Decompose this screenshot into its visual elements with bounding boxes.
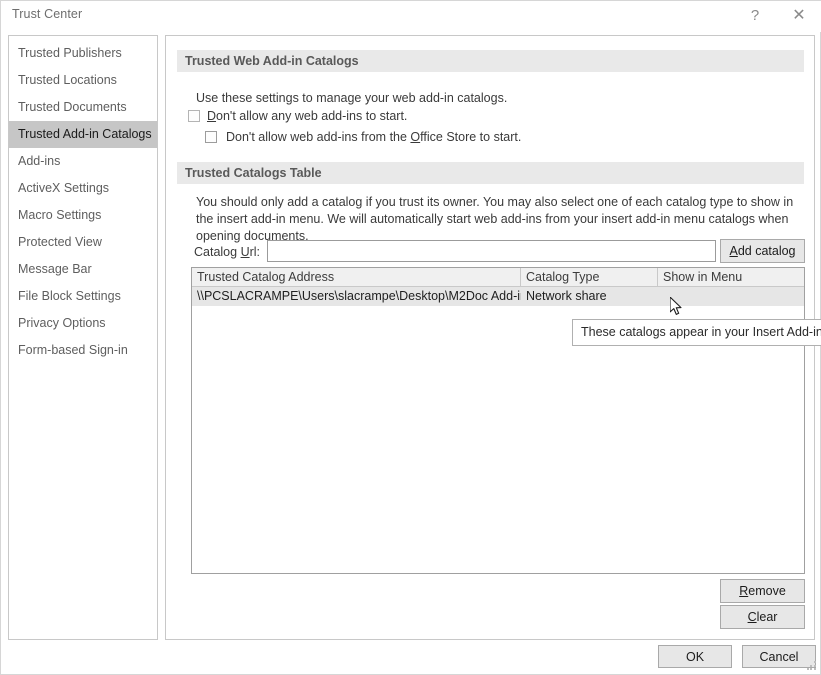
column-header-catalog-type[interactable]: Catalog Type xyxy=(521,268,658,286)
resize-grip[interactable] xyxy=(807,661,817,671)
section-header-trusted-catalogs-table: Trusted Catalogs Table xyxy=(177,162,804,184)
trust-center-dialog: Trust Center ? ✕ Trusted Publishers Trust… xyxy=(0,0,821,675)
close-icon[interactable]: ✕ xyxy=(785,3,813,29)
catalog-url-input[interactable] xyxy=(267,240,716,262)
sidebar-item-form-based-sign-in[interactable]: Form-based Sign-in xyxy=(9,337,157,364)
ok-button[interactable]: OK xyxy=(658,645,732,668)
catalog-url-label: Catalog Url: xyxy=(194,245,261,259)
checkbox-disallow-all-web-addins[interactable] xyxy=(188,110,200,122)
sidebar-item-macro-settings[interactable]: Macro Settings xyxy=(9,202,157,229)
help-icon[interactable]: ? xyxy=(741,3,769,29)
checkbox-label-disallow-office-store-addins: Don't allow web add-ins from the Office … xyxy=(226,130,522,144)
column-header-trusted-catalog-address[interactable]: Trusted Catalog Address xyxy=(192,268,521,286)
sidebar-item-privacy-options[interactable]: Privacy Options xyxy=(9,310,157,337)
checkbox-disallow-office-store-addins[interactable] xyxy=(205,131,217,143)
table-row[interactable]: \\PCSLACRAMPE\Users\slacrampe\Desktop\M2… xyxy=(192,287,804,306)
sidebar-item-activex-settings[interactable]: ActiveX Settings xyxy=(9,175,157,202)
tooltip: These catalogs appear in your Insert Add… xyxy=(572,319,821,346)
checkbox-row-disallow-all-web-addins[interactable]: Don't allow any web add-ins to start. xyxy=(188,109,407,123)
clear-button[interactable]: Clear xyxy=(720,605,805,629)
table-header-row: Trusted Catalog Address Catalog Type Sho… xyxy=(192,268,804,287)
title-bar: Trust Center ? ✕ xyxy=(1,1,821,32)
sidebar-item-protected-view[interactable]: Protected View xyxy=(9,229,157,256)
window-title: Trust Center xyxy=(12,7,83,21)
add-catalog-button[interactable]: Add catalog xyxy=(720,239,805,263)
sidebar-item-trusted-publishers[interactable]: Trusted Publishers xyxy=(9,40,157,67)
column-header-show-in-menu[interactable]: Show in Menu xyxy=(658,268,804,286)
sidebar-item-message-bar[interactable]: Message Bar xyxy=(9,256,157,283)
section-header-trusted-web-addin-catalogs: Trusted Web Add-in Catalogs xyxy=(177,50,804,72)
sidebar-item-trusted-documents[interactable]: Trusted Documents xyxy=(9,94,157,121)
sidebar-item-trusted-locations[interactable]: Trusted Locations xyxy=(9,67,157,94)
sidebar-item-trusted-add-in-catalogs[interactable]: Trusted Add-in Catalogs xyxy=(9,121,157,148)
cell-catalog-address: \\PCSLACRAMPE\Users\slacrampe\Desktop\M2… xyxy=(197,289,521,303)
checkbox-label-disallow-all-web-addins: Don't allow any web add-ins to start. xyxy=(207,109,408,123)
cancel-button[interactable]: Cancel xyxy=(742,645,816,668)
checkbox-row-disallow-office-store-addins[interactable]: Don't allow web add-ins from the Office … xyxy=(205,130,521,144)
trusted-catalogs-table-description: You should only add a catalog if you tru… xyxy=(196,195,794,243)
sidebar-item-add-ins[interactable]: Add-ins xyxy=(9,148,157,175)
sidebar-nav-list: Trusted Publishers Trusted Locations Trust… xyxy=(9,36,157,364)
cell-catalog-type: Network share xyxy=(526,289,607,303)
sidebar-item-file-block-settings[interactable]: File Block Settings xyxy=(9,283,157,310)
trusted-web-addin-catalogs-description: Use these settings to manage your web ad… xyxy=(196,91,508,105)
remove-button[interactable]: Remove xyxy=(720,579,805,603)
trusted-catalogs-table: Trusted Catalog Address Catalog Type Sho… xyxy=(191,267,805,574)
sidebar: Trusted Publishers Trusted Locations Trust… xyxy=(8,35,158,640)
